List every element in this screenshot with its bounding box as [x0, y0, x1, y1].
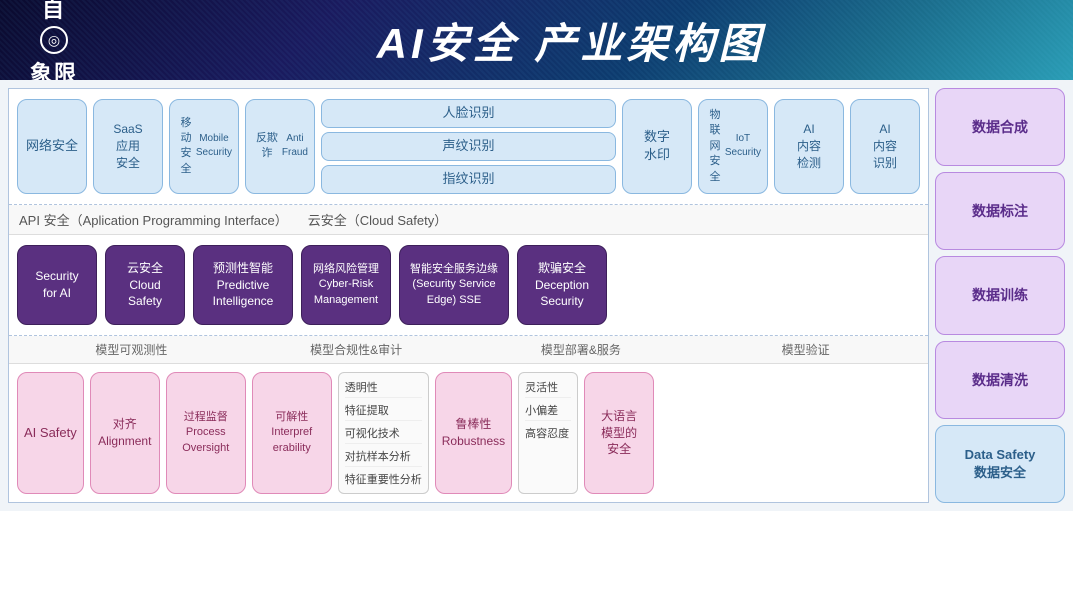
card-predictive-intelligence: 预测性智能PredictiveIntelligence	[193, 245, 293, 325]
card-digital-watermark: 数字水印	[622, 99, 692, 194]
card-cloud-safety: 云安全CloudSafety	[105, 245, 185, 325]
card-sse: 智能安全服务边缘(Security ServiceEdge) SSE	[399, 245, 509, 325]
card-process-oversight: 过程监督ProcessOversight	[166, 372, 246, 494]
mid-section: Securityfor AI 云安全CloudSafety 预测性智能Predi…	[9, 235, 928, 336]
card-ai-content-recognize: AI内容识别	[850, 99, 920, 194]
right-panel: 数据合成 数据标注 数据训练 数据清洗 Data Safety数据安全	[935, 88, 1065, 503]
robustness-sub-group: 灵活性 小偏差 高容忍度	[518, 372, 578, 494]
card-alignment: 对齐Alignment	[90, 372, 160, 494]
mid-cards-row: Securityfor AI 云安全CloudSafety 预测性智能Predi…	[17, 245, 920, 325]
left-panel: 网络 安全 SaaS应用安全 移动安全MobileSecurity 反欺诈Ant…	[8, 88, 929, 503]
right-card-data-safety: Data Safety数据安全	[935, 425, 1065, 503]
label-model-validation: 模型验证	[693, 341, 918, 358]
bottom-section: AI Safety 对齐Alignment 过程监督ProcessOversig…	[9, 364, 928, 502]
logo-icon	[40, 26, 68, 54]
robustness-sub-3: 高容忍度	[525, 423, 571, 443]
card-ai-safety: AI Safety	[17, 372, 84, 494]
logo: 自 象限	[30, 0, 78, 80]
card-iot-security: 物联网安全IoTSecurity	[698, 99, 768, 194]
right-card-data-synthesis: 数据合成	[935, 88, 1065, 166]
transparency-group: 透明性 特征提取 可视化技术 对抗样本分析 特征重要性分析	[338, 372, 429, 494]
card-ai-content-detect: AI内容检测	[774, 99, 844, 194]
transparency-item-2: 特征提取	[345, 400, 422, 421]
header: 自 象限 AI安全 产业架构图	[0, 0, 1073, 80]
divider-model: 模型可观测性 模型合规性&审计 模型部署&服务 模型验证	[9, 336, 928, 364]
card-face-recognition: 人脸识别	[321, 99, 616, 128]
card-interpretability: 可解性Interpreferability	[252, 372, 332, 494]
card-robustness: 鲁棒性Robustness	[435, 372, 512, 494]
card-security-for-ai: Securityfor AI	[17, 245, 97, 325]
card-network-security: 网络 安全	[17, 99, 87, 194]
top-cards-row: 网络 安全 SaaS应用安全 移动安全MobileSecurity 反欺诈Ant…	[17, 99, 920, 194]
transparency-item-4: 对抗样本分析	[345, 446, 422, 467]
page-title: AI安全 产业架构图	[98, 10, 1043, 71]
divider-api-cloud: API 安全（Aplication Programming Interface）…	[9, 205, 928, 235]
right-card-data-cleaning: 数据清洗	[935, 341, 1065, 419]
biometric-group: 人脸识别 声纹识别 指纹识别	[321, 99, 616, 194]
main-content: 网络 安全 SaaS应用安全 移动安全MobileSecurity 反欺诈Ant…	[0, 80, 1073, 511]
right-card-data-training: 数据训练	[935, 256, 1065, 334]
card-voice-recognition: 声纹识别	[321, 132, 616, 161]
label-model-observability: 模型可观测性	[19, 341, 244, 358]
transparency-item-1: 透明性	[345, 377, 422, 398]
card-mobile-security: 移动安全MobileSecurity	[169, 99, 239, 194]
logo-top: 自	[42, 0, 66, 24]
bottom-cards-row: AI Safety 对齐Alignment 过程监督ProcessOversig…	[17, 372, 920, 494]
label-model-compliance: 模型合规性&审计	[244, 341, 469, 358]
transparency-item-3: 可视化技术	[345, 423, 422, 444]
card-large-language-safety: 大语言模型的安全	[584, 372, 654, 494]
card-cyber-risk: 网络风险管理Cyber-RiskManagement	[301, 245, 391, 325]
label-model-deployment: 模型部署&服务	[469, 341, 694, 358]
robustness-sub-1: 灵活性	[525, 377, 571, 398]
logo-bottom: 象限	[30, 56, 78, 80]
robustness-sub-2: 小偏差	[525, 400, 571, 421]
top-section: 网络 安全 SaaS应用安全 移动安全MobileSecurity 反欺诈Ant…	[9, 89, 928, 205]
cloud-label: 云安全（Cloud Safety）	[308, 210, 447, 229]
card-deception-security: 欺骗安全DeceptionSecurity	[517, 245, 607, 325]
transparency-item-5: 特征重要性分析	[345, 469, 422, 489]
card-saas-security: SaaS应用安全	[93, 99, 163, 194]
card-anti-fraud: 反欺诈AntiFraud	[245, 99, 315, 194]
right-card-data-labeling: 数据标注	[935, 172, 1065, 250]
api-label: API 安全（Aplication Programming Interface）	[19, 210, 288, 229]
card-fingerprint-recognition: 指纹识别	[321, 165, 616, 194]
